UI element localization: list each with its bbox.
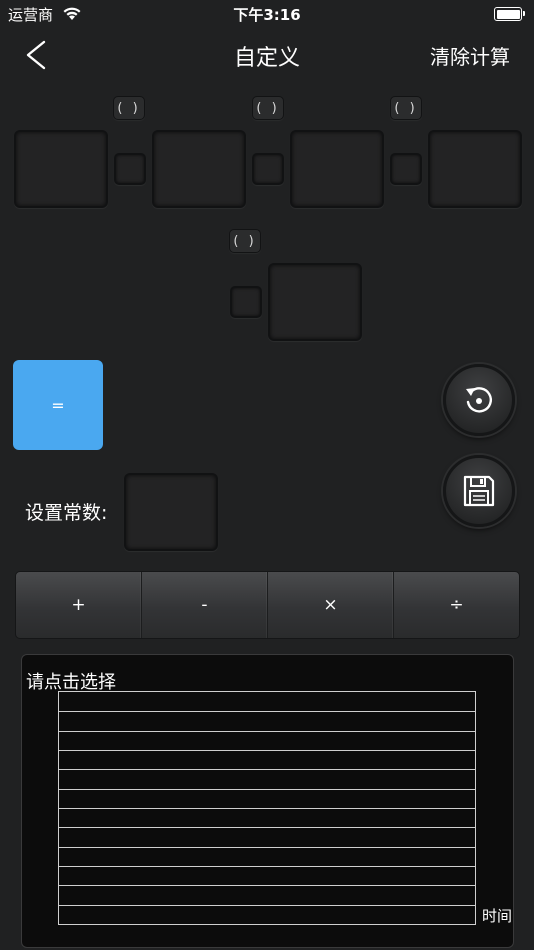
operand-box-3[interactable] [290, 130, 384, 208]
chart-grid-line [59, 885, 475, 887]
operand-box-2[interactable] [152, 130, 246, 208]
chart-grid-line [59, 846, 475, 848]
floppy-disk-icon [463, 475, 495, 507]
chart-grid-line [59, 769, 475, 771]
chart-grid-line [59, 904, 475, 906]
chart-grid-line [59, 808, 475, 809]
status-time: 下午3:16 [233, 6, 301, 24]
operator-slot-3[interactable] [390, 153, 422, 185]
chart-grid-line [59, 711, 475, 713]
chart-grid-line [59, 788, 475, 790]
chart-grid-line [59, 866, 475, 867]
operator-slot-4[interactable] [230, 286, 262, 318]
operator-slot-1[interactable] [114, 153, 146, 185]
paren-label: ( ) [233, 233, 257, 249]
clear-calculation-button[interactable]: 清除计算 [430, 41, 510, 70]
operand-box-5[interactable] [268, 263, 362, 341]
constant-input-box[interactable] [124, 473, 218, 551]
save-button[interactable] [443, 455, 515, 527]
chart-grid-line [59, 750, 475, 751]
plus-button[interactable]: + [16, 572, 142, 638]
minus-button[interactable]: - [142, 572, 268, 638]
battery-icon [494, 7, 525, 21]
paren-toggle-2[interactable]: ( ) [252, 96, 284, 120]
paren-toggle-1[interactable]: ( ) [113, 96, 145, 120]
equals-label: = [51, 395, 65, 415]
chart-grid [58, 691, 476, 925]
operand-box-1[interactable] [14, 130, 108, 208]
operator-slot-2[interactable] [252, 153, 284, 185]
paren-toggle-4[interactable]: ( ) [229, 229, 261, 253]
constant-label: 设置常数: [25, 502, 108, 524]
paren-label: ( ) [256, 100, 280, 116]
equals-button[interactable]: = [13, 360, 103, 450]
chart-grid-line [59, 827, 475, 829]
paren-label: ( ) [117, 100, 141, 116]
reset-button[interactable] [443, 364, 515, 436]
chart-grid-line [59, 730, 475, 732]
divide-button[interactable]: ÷ [394, 572, 519, 638]
rotate-ccw-icon [466, 387, 492, 413]
chart-x-axis-label: 时间 [482, 907, 513, 925]
paren-label: ( ) [394, 100, 418, 116]
operand-box-4[interactable] [428, 130, 522, 208]
operator-bar: + - × ÷ [15, 571, 520, 639]
multiply-button[interactable]: × [268, 572, 394, 638]
paren-toggle-3[interactable]: ( ) [390, 96, 422, 120]
